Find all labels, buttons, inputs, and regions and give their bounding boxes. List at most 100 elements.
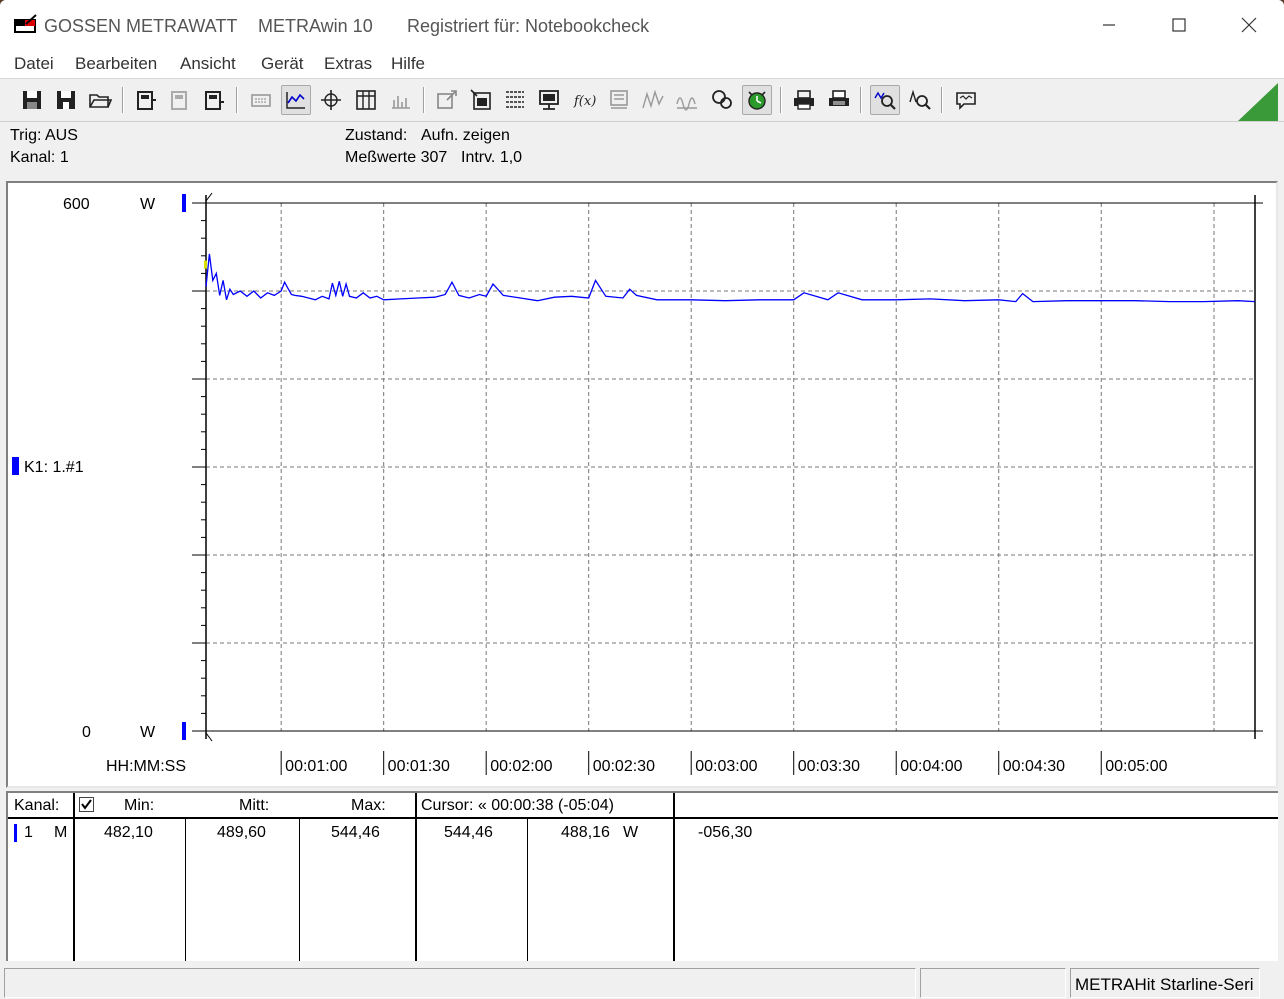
toolbar-open-button[interactable] <box>85 85 115 115</box>
save-as-disk-icon <box>57 91 75 109</box>
toolbar-separator <box>941 87 943 113</box>
toolbar-line-chart-button[interactable] <box>281 85 311 115</box>
printer-icon <box>829 90 849 106</box>
toolbar-formula-button[interactable]: f(x) <box>569 85 599 115</box>
checkmark-icon <box>81 799 92 810</box>
data-list-icon <box>506 91 524 108</box>
brand-title: GOSSEN METRAWATT <box>44 16 238 36</box>
x-tick-label: 00:01:00 <box>285 758 347 775</box>
power-chart[interactable]: 00:01:00 00:01:30 00:02:00 00:02:30 00:03:00… <box>8 183 1276 786</box>
tools-icon <box>712 90 732 109</box>
toolbar-separator <box>423 87 425 113</box>
chart-panel[interactable]: 00:01:00 00:01:30 00:02:00 00:02:30 00:03:00… <box>6 181 1278 788</box>
x-tick-label: 00:04:30 <box>1003 758 1065 775</box>
toolbar-export-button[interactable] <box>432 85 462 115</box>
x-tick-label: 00:03:00 <box>695 758 757 775</box>
close-button[interactable] <box>1214 0 1284 50</box>
registration-title: Registriert für: Notebookcheck <box>407 16 650 36</box>
toolbar-table-button[interactable] <box>351 85 381 115</box>
toolbar-tools-button[interactable] <box>707 85 737 115</box>
toolbar-device-config-button[interactable] <box>165 85 195 115</box>
toolbar-record-button[interactable] <box>742 85 772 115</box>
toolbar-zoom-out-button[interactable] <box>905 85 935 115</box>
menu-extras[interactable]: Extras <box>324 54 372 74</box>
toolbar-keyboard-button[interactable] <box>246 85 276 115</box>
header-min: Min: <box>124 797 155 814</box>
toolbar-comment-button[interactable] <box>951 85 981 115</box>
header-kanal: Kanal: <box>14 797 60 814</box>
toolbar-save-button[interactable] <box>17 85 47 115</box>
power-series-line <box>205 253 1256 303</box>
toolbar-save-as-button[interactable] <box>51 85 81 115</box>
toolbar-import-button[interactable] <box>466 85 496 115</box>
toolbar-separator <box>236 87 238 113</box>
toolbar: f(x) <box>0 78 1284 122</box>
toolbar-monitor-button[interactable] <box>534 85 564 115</box>
menu-datei[interactable]: Datei <box>14 54 54 74</box>
toolbar-printer-device-button[interactable] <box>604 85 634 115</box>
row-max: 544,46 <box>331 824 380 841</box>
x-tick-label: 00:04:00 <box>900 758 962 775</box>
row-unit: W <box>623 824 639 841</box>
x-tick-label: 00:02:00 <box>490 758 552 775</box>
table-col-divider <box>415 793 417 961</box>
minimize-button[interactable] <box>1074 0 1144 50</box>
status-device: METRAHit Starline-Seri <box>1070 968 1260 998</box>
channel-legend-marker <box>12 457 19 475</box>
toolbar-signal-button[interactable] <box>638 85 668 115</box>
toolbar-print-preview-button[interactable] <box>789 85 819 115</box>
menu-bearbeiten[interactable]: Bearbeiten <box>75 54 157 74</box>
row-mode: M <box>54 824 68 841</box>
sample-count: Meßwerte 307 <box>345 149 448 166</box>
table-col-divider <box>299 819 300 961</box>
toolbar-device-read-button[interactable] <box>131 85 161 115</box>
state-label: Zustand: <box>345 127 408 144</box>
record-clock-icon <box>748 91 766 110</box>
row-cursor-value2: 488,16 <box>561 824 610 841</box>
app-title: METRAwin 10 <box>258 16 373 36</box>
toolbar-wave-button[interactable] <box>672 85 702 115</box>
x-tick-label: 00:01:30 <box>388 758 450 775</box>
toolbar-histogram-button[interactable] <box>386 85 416 115</box>
toolbar-xy-button[interactable] <box>316 85 346 115</box>
app-logo-icon <box>14 14 37 33</box>
toolbar-zoom-button[interactable] <box>870 85 900 115</box>
table-col-divider <box>527 819 528 961</box>
zoom-in-icon <box>874 91 896 110</box>
chart-plot <box>204 253 1256 303</box>
close-icon <box>1241 17 1257 33</box>
row-min: 482,10 <box>104 824 153 841</box>
x-tick-label: 00:02:30 <box>593 758 655 775</box>
wave-icon <box>676 97 697 111</box>
crosshair-chart-icon <box>321 90 341 110</box>
menu-hilfe[interactable]: Hilfe <box>391 54 425 74</box>
header-cursor: Cursor: « 00:00:38 (-05:04) <box>421 797 614 814</box>
row-delta: -056,30 <box>698 824 753 841</box>
maximize-button[interactable] <box>1144 0 1214 50</box>
menu-ansicht[interactable]: Ansicht <box>180 54 236 74</box>
x-tick-label: 00:05:00 <box>1105 758 1167 775</box>
import-icon <box>470 89 491 110</box>
cursor-marker <box>204 260 207 269</box>
toolbar-device-write-button[interactable] <box>199 85 229 115</box>
x-tick-label: 00:03:30 <box>798 758 860 775</box>
toolbar-list-button[interactable] <box>500 85 530 115</box>
device-print-icon <box>610 90 628 109</box>
device-read-icon <box>137 91 156 110</box>
channel-color-marker <box>14 824 17 842</box>
show-all-checkbox[interactable] <box>79 797 94 812</box>
open-folder-icon <box>89 94 112 108</box>
toolbar-separator <box>122 87 124 113</box>
y-top-label: 600 <box>63 196 90 213</box>
header-mitt: Mitt: <box>239 797 270 814</box>
comment-icon <box>956 92 976 110</box>
line-chart-icon <box>286 92 305 109</box>
menu-geraet[interactable]: Gerät <box>261 54 304 74</box>
menu-bar: Datei Bearbeiten Ansicht Gerät Extras Hi… <box>0 50 1284 78</box>
table-col-divider <box>673 793 675 961</box>
statistics-table: Kanal: Min: Mitt: Max: Cursor: « 00:00:3… <box>6 791 1278 961</box>
export-icon <box>437 90 457 109</box>
toolbar-print-button[interactable] <box>824 85 854 115</box>
y-scale-marker <box>182 722 186 740</box>
state-value: Aufn. zeigen <box>421 127 510 144</box>
